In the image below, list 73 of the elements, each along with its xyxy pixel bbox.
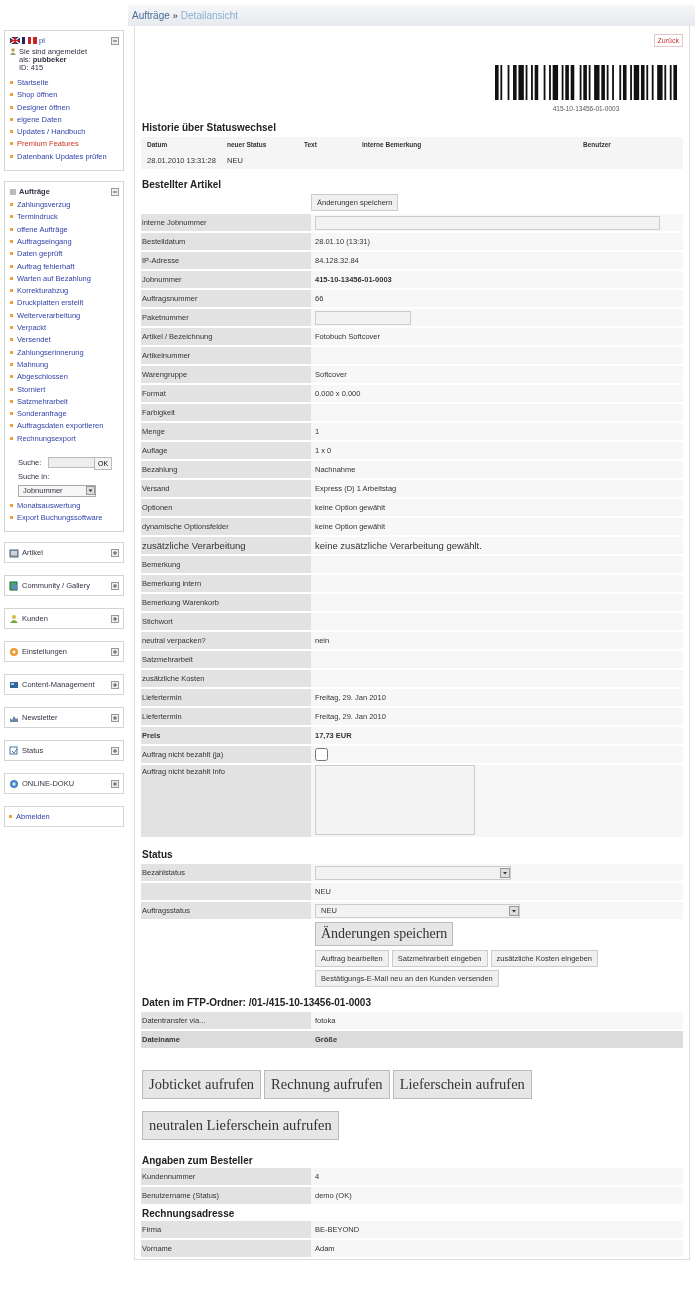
section-heading: Bestellter Artikel — [141, 178, 223, 192]
flag-icon[interactable] — [22, 37, 31, 44]
bullet-icon — [10, 264, 13, 268]
expand-icon[interactable] — [111, 714, 119, 723]
gear-icon — [9, 646, 19, 657]
bullet-icon — [10, 301, 13, 305]
bullet-icon — [10, 117, 13, 121]
document-icon — [9, 547, 19, 558]
expand-icon[interactable] — [111, 648, 119, 657]
bullet-icon — [10, 252, 13, 256]
bullet-icon — [10, 516, 13, 519]
user-icon — [10, 48, 16, 55]
text-input-field[interactable] — [315, 310, 411, 325]
text-area-field[interactable] — [315, 765, 475, 835]
flag-icon[interactable] — [10, 37, 20, 44]
bullet-icon — [10, 105, 13, 109]
bullet-icon — [10, 227, 13, 231]
checkbox-icon — [9, 745, 19, 756]
field-value: keine zusätzliche Verarbeitung gewählt. — [315, 539, 482, 553]
bullet-icon — [10, 215, 13, 219]
expand-icon[interactable] — [111, 615, 119, 624]
expand-icon[interactable] — [111, 549, 119, 558]
section-heading: Angaben zum Besteller — [141, 1154, 254, 1168]
search-field[interactable] — [48, 456, 96, 468]
document-button[interactable]: Rechnung aufrufen — [264, 1070, 390, 1099]
expand-icon[interactable] — [111, 681, 119, 690]
picture-icon — [9, 580, 19, 591]
field-label: zusätzliche Verarbeitung — [141, 537, 311, 554]
document-button[interactable]: Jobticket aufrufen — [142, 1070, 262, 1099]
bullet-icon — [10, 412, 13, 416]
person-icon — [9, 613, 19, 624]
bullet-icon — [10, 375, 13, 379]
document-button[interactable]: neutralen Lieferschein aufrufen — [142, 1111, 339, 1140]
bullet-icon — [10, 338, 13, 342]
bullet-icon — [10, 93, 13, 97]
checkbox[interactable] — [315, 748, 328, 761]
expand-icon[interactable] — [111, 582, 119, 591]
bullet-icon — [10, 436, 13, 440]
save-button[interactable]: Änderungen speichern — [315, 922, 454, 946]
dropdown-arrow-icon[interactable] — [86, 486, 95, 496]
section-heading: Historie über Statuswechsel — [141, 121, 277, 135]
expand-icon[interactable] — [111, 780, 119, 789]
bullet-icon — [9, 815, 12, 819]
bullet-icon — [10, 239, 13, 243]
bullet-icon — [10, 154, 13, 158]
bullet-icon — [10, 81, 13, 84]
bullet-icon — [10, 326, 13, 330]
breadcrumb-separator: » — [172, 10, 178, 21]
section-heading: Status — [141, 848, 174, 862]
bullet-icon — [10, 203, 13, 207]
bullet-icon — [10, 142, 13, 146]
select-field[interactable] — [315, 865, 511, 880]
bullet-icon — [10, 276, 13, 280]
bullet-icon — [10, 399, 13, 403]
bullet-icon — [10, 503, 13, 507]
bullet-icon — [10, 387, 13, 391]
list-icon — [10, 188, 16, 195]
section-heading: Daten im FTP-Ordner: /01-/415-10-13456-01-0003 — [141, 996, 372, 1010]
globe-icon — [9, 778, 19, 789]
collapse-icon[interactable] — [111, 37, 119, 45]
bullet-icon — [10, 313, 13, 317]
document-button[interactable]: Lieferschein aufrufen — [392, 1070, 532, 1099]
breadcrumb-link[interactable]: Aufträge — [132, 10, 170, 21]
collapse-icon[interactable] — [111, 188, 119, 197]
bullet-icon — [10, 130, 13, 134]
monitor-icon — [9, 679, 19, 690]
expand-icon[interactable] — [111, 747, 119, 756]
bullet-icon — [10, 350, 13, 354]
section-heading: Rechnungsadresse — [141, 1207, 236, 1221]
bullet-icon — [10, 362, 13, 366]
bullet-icon — [10, 289, 13, 293]
bullet-icon — [10, 424, 13, 428]
text-input-field[interactable] — [315, 215, 660, 230]
